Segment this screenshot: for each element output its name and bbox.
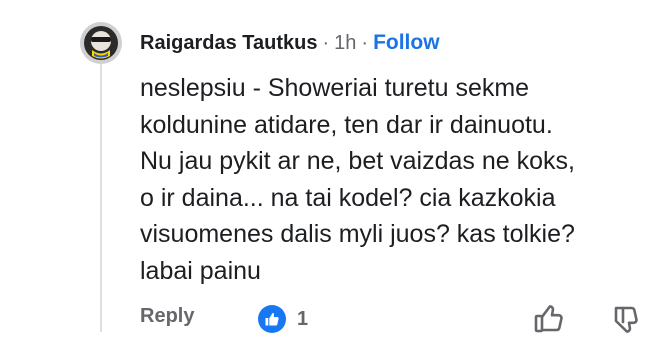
- comment-text-line: Nu jau pykit ar ne, bet vaizdas ne koks,: [140, 147, 575, 175]
- comment-text-line: visuomenes dalis myli juos? kas tolkie?: [140, 220, 575, 248]
- comment-text-line: labai painu: [140, 256, 261, 285]
- comment: Raigardas Tautkus · 1h · Follow neslepsi…: [0, 0, 670, 350]
- like-icon: [258, 305, 286, 333]
- reaction-summary[interactable]: 1: [258, 304, 308, 334]
- separator: ·: [361, 31, 369, 54]
- avatar[interactable]: [80, 22, 122, 64]
- reply-button[interactable]: Reply: [140, 305, 194, 328]
- comment-text-line: koldunine atidare, ten dar ir dainuotu.: [140, 110, 553, 139]
- comment-text-line: o ir daina... na tai kodel? cia kazkokia: [140, 183, 556, 212]
- comment-text-line: neslepsiu - Showeriai turetu sekme: [140, 74, 530, 102]
- thread-line: [100, 62, 102, 332]
- separator: ·: [322, 31, 330, 54]
- thumbs-down-outline-icon[interactable]: [610, 302, 644, 336]
- reaction-count: 1: [297, 307, 309, 330]
- follow-button[interactable]: Follow: [373, 31, 440, 55]
- timestamp[interactable]: 1h: [334, 32, 356, 55]
- author-name[interactable]: Raigardas Tautkus: [140, 32, 317, 55]
- thumbs-up-outline-icon[interactable]: [532, 302, 566, 336]
- comment-text: neslepsiu - Showeriai turetu sekme koldu…: [140, 70, 660, 289]
- comment-actions: Reply 1: [140, 300, 660, 336]
- comment-header: Raigardas Tautkus · 1h · Follow: [140, 28, 440, 58]
